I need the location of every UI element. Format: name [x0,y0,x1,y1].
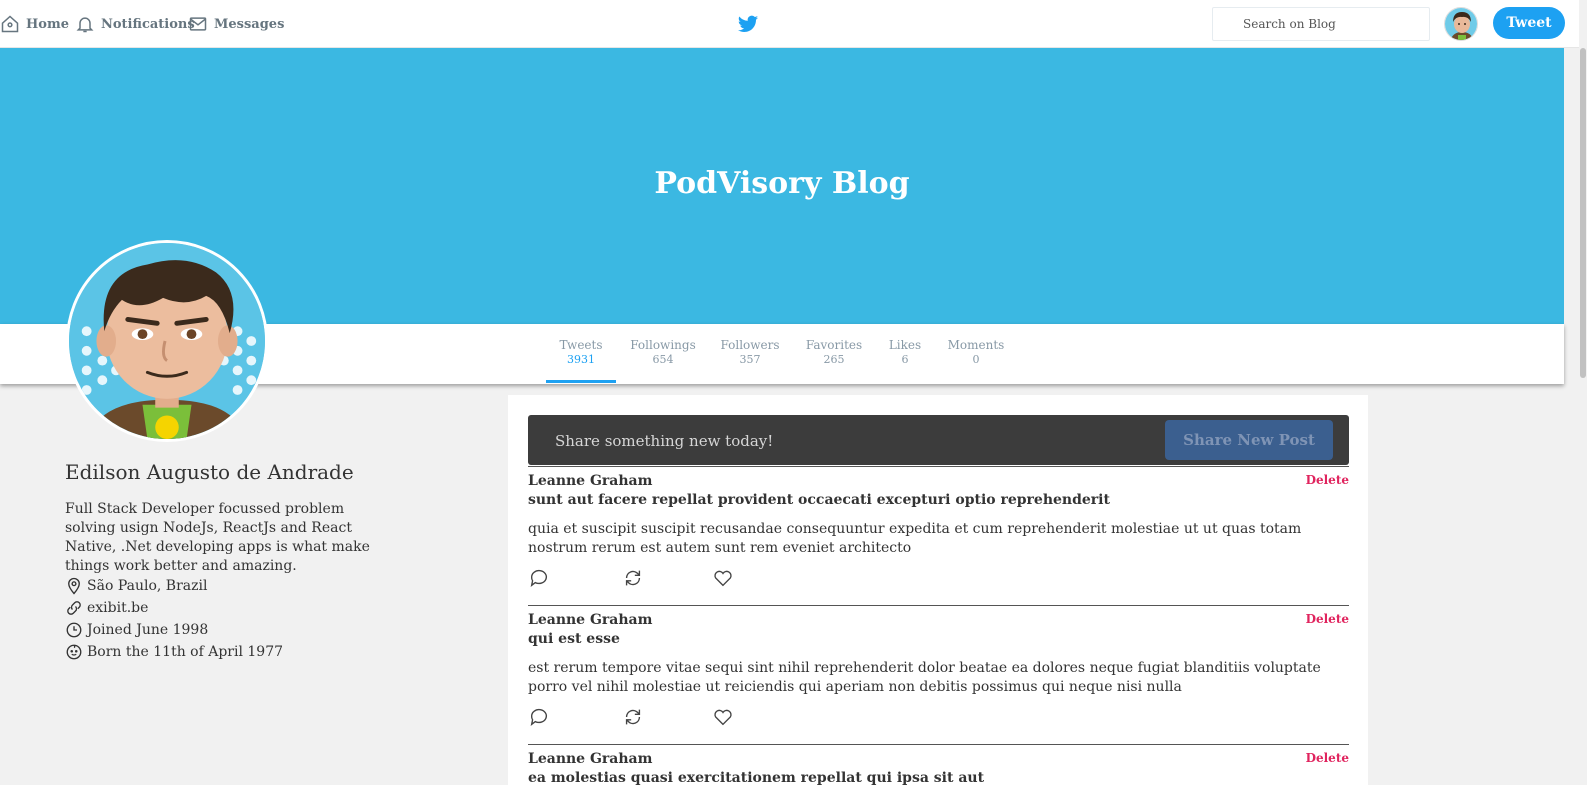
stat-followings[interactable]: Followings 654 [628,338,698,366]
stat-value: 0 [972,353,980,366]
nav-messages[interactable]: Messages [188,0,284,48]
twitter-bird-icon[interactable] [737,13,759,35]
post-title: sunt aut facere repellat provident occae… [528,492,1110,508]
baby-face-icon [66,644,82,660]
stat-tweets[interactable]: Tweets 3931 [555,338,607,366]
location-pin-icon [68,577,80,595]
share-prompt[interactable]: Share something new today! [555,432,773,450]
post-body: quia et suscipit suscipit recusandae con… [528,521,1302,556]
heart-icon[interactable] [712,567,734,589]
stat-value: 357 [739,353,761,366]
post-item: Leanne Graham Delete sunt aut facere rep… [528,466,1349,605]
banner-title: PodVisory Blog [654,166,910,201]
stat-moments[interactable]: Moments 0 [944,338,1008,366]
avatar[interactable] [1444,7,1478,41]
post-item: Leanne Graham Delete ea molestias quasi … [528,744,1349,785]
search-input[interactable] [1212,7,1430,41]
stat-value: 265 [823,353,845,366]
profile-birthday: Born the 11th of April 1977 [65,643,283,661]
comment-icon[interactable] [528,706,550,728]
clock-icon [66,622,82,638]
stat-value: 3931 [567,353,595,366]
scrollbar[interactable] [1579,0,1587,785]
joined-text: Joined June 1998 [87,622,209,638]
heart-icon[interactable] [712,706,734,728]
post-title: qui est esse [528,631,620,647]
stat-label: Followings [630,338,696,352]
comment-icon[interactable] [528,567,550,589]
retweet-icon[interactable] [622,567,644,589]
delete-button[interactable]: Delete [1306,751,1349,765]
stat-label: Favorites [805,338,863,352]
stat-followers[interactable]: Followers 357 [718,338,782,366]
post-author[interactable]: Leanne Graham [528,473,652,489]
nav-messages-label: Messages [214,16,285,32]
stat-label: Moments [947,338,1005,352]
scrollbar-thumb[interactable] [1580,48,1586,378]
delete-button[interactable]: Delete [1306,612,1349,626]
post-actions [528,706,758,730]
stat-label: Followers [720,338,780,352]
envelope-icon [189,17,207,31]
stat-label: Tweets [559,338,603,352]
stat-value: 654 [652,353,674,366]
home-icon [1,15,19,33]
post-title: ea molestias quasi exercitationem repell… [528,770,985,785]
nav-notifications[interactable]: Notifications [75,0,195,48]
link-icon [67,601,81,615]
stat-value: 6 [901,353,909,366]
nav-home-label: Home [26,16,69,32]
post-item: Leanne Graham Delete qui est esse est re… [528,605,1349,744]
stat-favorites[interactable]: Favorites 265 [802,338,866,366]
profile-name: Edilson Augusto de Andrade [65,460,354,484]
stat-label: Likes [888,338,922,352]
profile-website[interactable]: exibit.be [65,599,148,617]
post-body: est rerum tempore vitae sequi sint nihil… [528,660,1321,695]
post-author[interactable]: Leanne Graham [528,751,652,767]
profile-bio: Full Stack Developer focussed problem so… [65,501,370,574]
profile-location: São Paulo, Brazil [65,577,207,595]
stat-likes[interactable]: Likes 6 [884,338,926,366]
website-link[interactable]: exibit.be [87,600,148,616]
bell-icon [76,17,94,33]
birthday-text: Born the 11th of April 1977 [87,644,284,660]
tweet-button[interactable]: Tweet [1493,7,1565,39]
share-new-post-button[interactable]: Share New Post [1165,420,1333,460]
post-actions [528,567,758,591]
top-nav: Home Notifications Messages Tweet [0,0,1587,48]
location-text: São Paulo, Brazil [87,578,208,594]
delete-button[interactable]: Delete [1306,473,1349,487]
active-tab-indicator [546,380,616,383]
nav-notifications-label: Notifications [101,16,195,32]
profile-avatar[interactable] [66,240,268,442]
nav-home[interactable]: Home [0,0,69,48]
share-composer: Share something new today! Share New Pos… [528,415,1349,465]
post-author[interactable]: Leanne Graham [528,612,652,628]
retweet-icon[interactable] [622,706,644,728]
profile-joined: Joined June 1998 [65,621,208,639]
post-feed: Share something new today! Share New Pos… [508,395,1368,785]
